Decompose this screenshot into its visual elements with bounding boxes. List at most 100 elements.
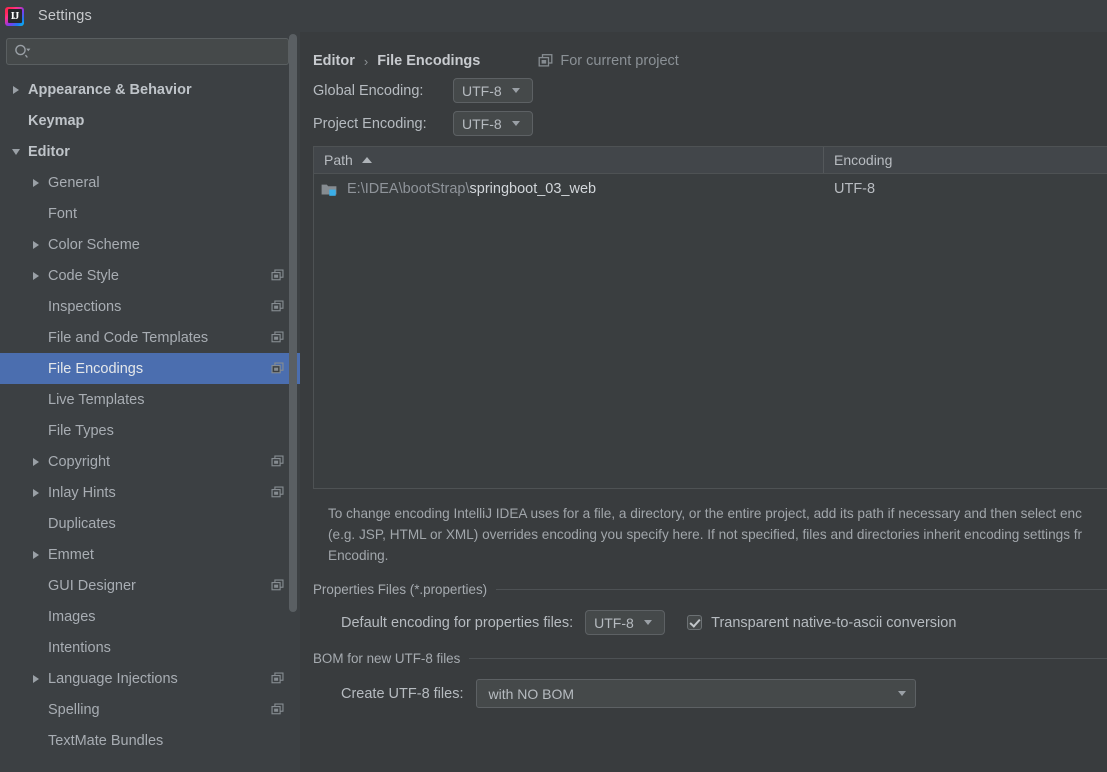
- sidebar-item-label: Live Templates: [48, 391, 145, 408]
- description-line-3: Encoding.: [328, 548, 389, 563]
- sidebar-item-label: Appearance & Behavior: [28, 81, 192, 98]
- encodings-table: Path Encoding E:\IDEA\bootStrap\ springb…: [313, 146, 1107, 489]
- module-folder-icon: [321, 182, 338, 197]
- breadcrumb-parent[interactable]: Editor: [313, 53, 355, 69]
- project-encoding-combo[interactable]: UTF-8: [453, 111, 533, 136]
- breadcrumb: Editor › File Encodings For current proj…: [313, 44, 1107, 78]
- sidebar-item-label: Code Style: [48, 267, 119, 284]
- sidebar-item-label: Images: [48, 608, 96, 625]
- sidebar-scrollbar[interactable]: [288, 32, 298, 772]
- search-input[interactable]: [6, 38, 289, 65]
- sidebar-item-label: Inspections: [48, 298, 122, 315]
- chevron-right-icon[interactable]: [28, 674, 44, 683]
- sidebar-item-duplicates[interactable]: Duplicates: [0, 508, 300, 539]
- settings-content-panel: Editor › File Encodings For current proj…: [300, 32, 1107, 772]
- sidebar-item-images[interactable]: Images: [0, 601, 300, 632]
- global-encoding-combo[interactable]: UTF-8: [453, 78, 533, 103]
- table-header-row: Path Encoding: [314, 147, 1107, 174]
- title-bar: IJ Settings: [0, 0, 1107, 32]
- sidebar-item-appearance-behavior[interactable]: Appearance & Behavior: [0, 74, 300, 105]
- settings-sidebar: Appearance & Behavior Keymap Editor General…: [0, 32, 300, 772]
- project-settings-icon: [261, 672, 284, 685]
- sidebar-item-live-templates[interactable]: Live Templates: [0, 384, 300, 415]
- chevron-right-icon[interactable]: [28, 488, 44, 497]
- column-header-path-label: Path: [324, 152, 353, 168]
- project-encoding-label: Project Encoding:: [313, 115, 427, 132]
- sidebar-scrollbar-thumb[interactable]: [289, 34, 297, 612]
- chevron-right-icon[interactable]: [28, 271, 44, 280]
- for-current-project-label: For current project: [538, 53, 679, 69]
- window-title: Settings: [38, 8, 92, 24]
- bom-group-header: BOM for new UTF-8 files: [313, 651, 1107, 666]
- sidebar-item-gui-designer[interactable]: GUI Designer: [0, 570, 300, 601]
- sidebar-item-emmet[interactable]: Emmet: [0, 539, 300, 570]
- sidebar-item-copyright[interactable]: Copyright: [0, 446, 300, 477]
- encodings-description: To change encoding IntelliJ IDEA uses fo…: [328, 503, 1107, 566]
- sidebar-item-label: File Types: [48, 422, 114, 439]
- properties-files-group-title: Properties Files (*.properties): [313, 582, 488, 597]
- table-row[interactable]: E:\IDEA\bootStrap\ springboot_03_web UTF…: [314, 174, 1107, 204]
- search-icon: [14, 44, 31, 59]
- breadcrumb-separator: ›: [363, 53, 369, 69]
- sidebar-item-keymap[interactable]: Keymap: [0, 105, 300, 136]
- column-header-path[interactable]: Path: [314, 147, 824, 173]
- create-utf8-files-combo[interactable]: with NO BOM: [476, 679, 917, 708]
- chevron-down-icon[interactable]: [8, 148, 24, 155]
- chevron-right-icon[interactable]: [28, 240, 44, 249]
- sidebar-item-intentions[interactable]: Intentions: [0, 632, 300, 663]
- sidebar-item-code-style[interactable]: Code Style: [0, 260, 300, 291]
- global-encoding-row: Global Encoding: UTF-8: [313, 78, 1107, 103]
- sidebar-item-language-injections[interactable]: Language Injections: [0, 663, 300, 694]
- chevron-right-icon[interactable]: [28, 457, 44, 466]
- sidebar-item-file-encodings[interactable]: File Encodings: [0, 353, 300, 384]
- chevron-down-icon: [898, 691, 907, 696]
- sidebar-item-file-and-code-templates[interactable]: File and Code Templates: [0, 322, 300, 353]
- chevron-down-icon: [511, 88, 520, 93]
- sidebar-item-label: Keymap: [28, 112, 85, 129]
- column-header-encoding-label: Encoding: [834, 152, 893, 168]
- sidebar-item-file-types[interactable]: File Types: [0, 415, 300, 446]
- sidebar-item-label: Emmet: [48, 546, 94, 563]
- table-cell-path-prefix: E:\IDEA\bootStrap\: [347, 181, 470, 197]
- group-divider: [469, 658, 1107, 659]
- chevron-right-icon[interactable]: [28, 178, 44, 187]
- sidebar-item-font[interactable]: Font: [0, 198, 300, 229]
- sidebar-item-label: Inlay Hints: [48, 484, 116, 501]
- column-header-encoding[interactable]: Encoding: [824, 147, 1107, 173]
- sidebar-item-general[interactable]: General: [0, 167, 300, 198]
- table-cell-encoding[interactable]: UTF-8: [824, 181, 1107, 197]
- create-utf8-files-value: with NO BOM: [488, 685, 575, 702]
- sidebar-item-spelling[interactable]: Spelling: [0, 694, 300, 725]
- project-settings-icon: [261, 703, 284, 716]
- transparent-conversion-checkbox[interactable]: Transparent native-to-ascii conversion: [687, 615, 956, 631]
- sidebar-item-label: Intentions: [48, 639, 111, 656]
- sidebar-item-label: Color Scheme: [48, 236, 140, 253]
- for-current-project-text: For current project: [560, 53, 679, 69]
- chevron-right-icon[interactable]: [28, 550, 44, 559]
- settings-tree[interactable]: Appearance & Behavior Keymap Editor General…: [0, 73, 300, 772]
- bom-group-title: BOM for new UTF-8 files: [313, 651, 461, 666]
- sidebar-item-textmate-bundles[interactable]: TextMate Bundles: [0, 725, 300, 756]
- logo-text: IJ: [10, 9, 20, 22]
- chevron-down-icon: [643, 620, 652, 625]
- group-divider: [496, 589, 1107, 590]
- default-properties-encoding-combo[interactable]: UTF-8: [585, 610, 666, 635]
- properties-files-group: Properties Files (*.properties) Default …: [313, 582, 1107, 635]
- search-area: [0, 32, 300, 73]
- properties-files-group-body: Default encoding for properties files: U…: [313, 610, 1107, 635]
- sidebar-item-label: Duplicates: [48, 515, 116, 532]
- sidebar-item-inspections[interactable]: Inspections: [0, 291, 300, 322]
- bom-group: BOM for new UTF-8 files Create UTF-8 fil…: [313, 651, 1107, 708]
- project-settings-icon: [261, 331, 284, 344]
- chevron-right-icon[interactable]: [8, 85, 24, 94]
- sidebar-item-inlay-hints[interactable]: Inlay Hints: [0, 477, 300, 508]
- create-utf8-files-label: Create UTF-8 files:: [341, 685, 464, 702]
- checkbox-checked-icon[interactable]: [687, 615, 703, 630]
- sidebar-item-editor[interactable]: Editor: [0, 136, 300, 167]
- sort-ascending-icon: [361, 157, 372, 163]
- project-settings-icon: [261, 362, 284, 375]
- sidebar-item-color-scheme[interactable]: Color Scheme: [0, 229, 300, 260]
- sidebar-item-label: Spelling: [48, 701, 100, 718]
- sidebar-item-label: File and Code Templates: [48, 329, 209, 346]
- global-encoding-label: Global Encoding:: [313, 82, 424, 99]
